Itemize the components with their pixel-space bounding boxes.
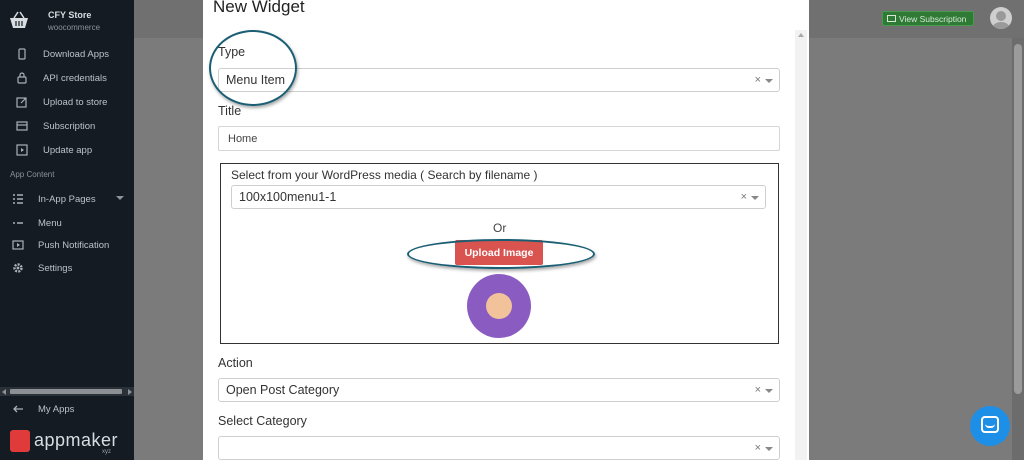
section-label-app-content: App Content: [10, 170, 55, 179]
media-label: Select from your WordPress media ( Searc…: [231, 168, 538, 182]
media-select[interactable]: 100x100menu1-1 ×: [231, 185, 766, 209]
store-name: CFY Store: [48, 10, 92, 20]
sidebar-item-label: Push Notification: [38, 239, 110, 251]
sidebar-item-download-apps[interactable]: Download Apps: [0, 43, 134, 65]
brand-name: appmaker: [34, 430, 119, 450]
grid-icon: [13, 194, 23, 204]
media-select-value: 100x100menu1-1: [239, 190, 337, 204]
category-select[interactable]: ×: [218, 436, 780, 460]
highlight-ring-type: [209, 30, 297, 106]
sidebar-item-menu[interactable]: Menu: [0, 212, 134, 234]
clear-icon[interactable]: ×: [755, 74, 761, 86]
clear-icon[interactable]: ×: [741, 191, 747, 203]
menu-icon: [13, 222, 23, 224]
sidebar-item-label: Menu: [38, 217, 62, 229]
sidebar-item-update-app[interactable]: Update app: [0, 139, 134, 161]
action-select-value: Open Post Category: [226, 383, 340, 397]
sidebar-item-push-notification[interactable]: Push Notification: [0, 234, 134, 256]
sidebar-item-my-apps[interactable]: My Apps: [0, 398, 134, 420]
sidebar-item-label: Upload to store: [43, 96, 108, 108]
clear-icon[interactable]: ×: [755, 384, 761, 396]
sidebar-item-label: API credentials: [43, 72, 107, 84]
sidebar: CFY Store woocommerce Download Apps API …: [0, 0, 134, 460]
chevron-down-icon: [116, 196, 124, 200]
modal-scrollbar[interactable]: [795, 30, 807, 460]
sidebar-item-in-app-pages[interactable]: In-App Pages: [0, 188, 134, 210]
sidebar-item-label: Update app: [43, 144, 93, 156]
highlight-ring-upload: [407, 239, 595, 269]
action-label: Action: [218, 356, 253, 370]
card-icon: [16, 121, 28, 131]
sidebar-item-label: In-App Pages: [38, 193, 96, 205]
lock-icon: [17, 72, 27, 84]
page-scrollbar[interactable]: [1012, 38, 1024, 460]
avatar-head: [996, 11, 1006, 21]
card-icon: [887, 15, 896, 22]
basket-icon: [10, 11, 28, 28]
arrow-back-icon: [13, 405, 23, 413]
action-select[interactable]: Open Post Category ×: [218, 378, 780, 402]
view-subscription-label: View Subscription: [899, 13, 967, 24]
arrow-up-icon[interactable]: [798, 33, 804, 37]
sidebar-item-label: Subscription: [43, 120, 96, 132]
chevron-down-icon: [765, 447, 773, 451]
sidebar-item-api-credentials[interactable]: API credentials: [0, 67, 134, 89]
view-subscription-button[interactable]: View Subscription: [882, 11, 974, 26]
sidebar-scrollbar[interactable]: [0, 387, 134, 396]
chevron-down-icon: [765, 389, 773, 393]
category-label: Select Category: [218, 414, 307, 428]
sidebar-item-label: My Apps: [38, 403, 75, 415]
title-label: Title: [218, 104, 242, 118]
appmaker-logo: appmaker xyz: [10, 430, 130, 456]
title-input[interactable]: Home: [218, 126, 780, 151]
modal-title: New Widget: [213, 0, 305, 16]
chevron-down-icon: [751, 196, 759, 200]
store-header[interactable]: CFY Store woocommerce: [0, 0, 134, 40]
media-preview-image: [467, 274, 531, 338]
avatar-body: [992, 22, 1010, 29]
brand-suffix: xyz: [102, 449, 111, 455]
phone-icon: [18, 48, 26, 60]
type-select[interactable]: Menu Item ×: [218, 68, 780, 92]
arrow-right-icon[interactable]: [128, 389, 132, 395]
media-preview-center: [486, 293, 512, 319]
chevron-down-icon: [765, 79, 773, 83]
sidebar-item-subscription[interactable]: Subscription: [0, 115, 134, 137]
sidebar-item-label: Settings: [38, 262, 73, 274]
scrollbar-thumb[interactable]: [1014, 44, 1022, 394]
avatar[interactable]: [990, 7, 1012, 29]
sidebar-item-settings[interactable]: Settings: [0, 257, 134, 279]
gear-icon: [13, 263, 23, 273]
play-box-icon: [12, 240, 24, 250]
appmaker-logo-icon: [10, 430, 30, 452]
scrollbar-thumb[interactable]: [10, 389, 122, 394]
sidebar-item-label: Download Apps: [43, 48, 110, 60]
play-icon: [16, 144, 28, 156]
sidebar-item-upload-to-store[interactable]: Upload to store: [0, 91, 134, 113]
edit-icon: [16, 97, 27, 108]
chat-launcher-button[interactable]: [970, 406, 1010, 446]
store-platform: woocommerce: [48, 23, 101, 32]
clear-icon[interactable]: ×: [755, 442, 761, 454]
or-text: Or: [493, 221, 507, 235]
modal-header: New Widget: [203, 0, 809, 30]
arrow-left-icon[interactable]: [2, 389, 6, 395]
title-input-value: Home: [228, 132, 258, 145]
